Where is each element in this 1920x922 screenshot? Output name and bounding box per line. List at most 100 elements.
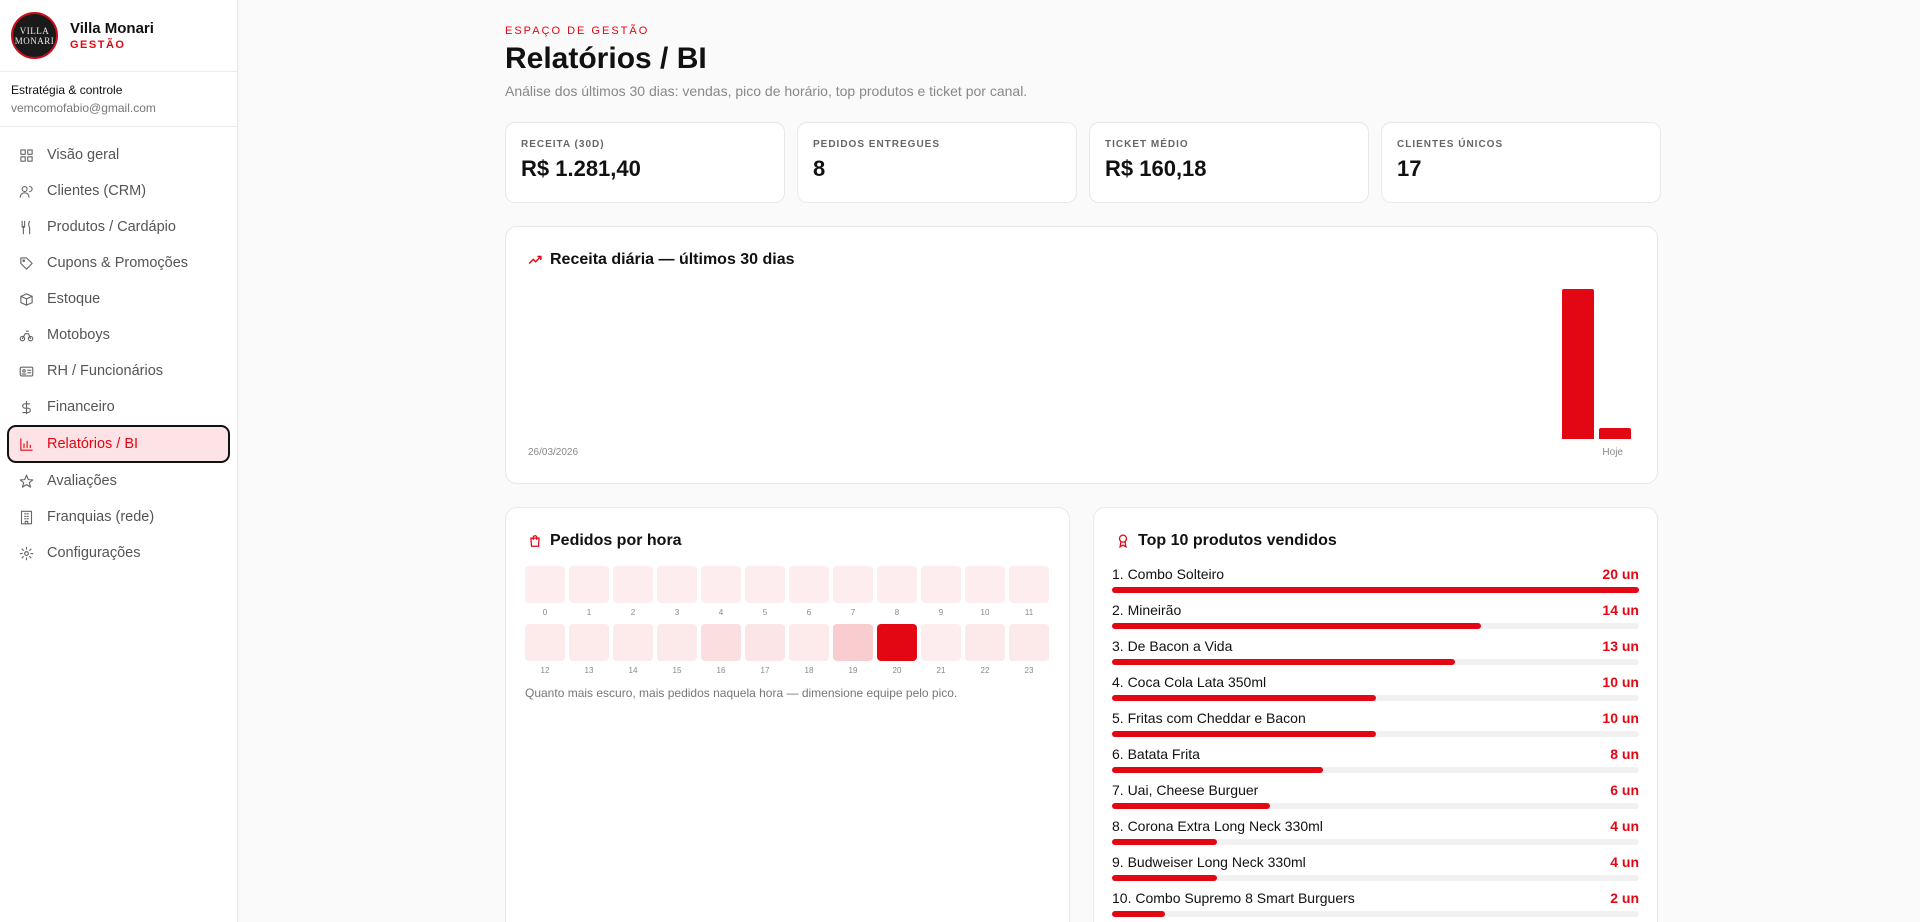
- hour-label: 23: [1024, 666, 1034, 675]
- user-info: Estratégia & controle vemcomofabio@gmail…: [0, 72, 237, 127]
- hour-cell[interactable]: [789, 566, 829, 603]
- product-quantity: 2 un: [1610, 890, 1639, 906]
- hour-heatmap: 0 1 2 3 4 5 6 7 8 9 10 11 12 13 14 15 16 17 18 19 20 21 22 23: [525, 566, 1049, 682]
- hour-cell[interactable]: [701, 624, 741, 661]
- hour-cell[interactable]: [613, 566, 653, 603]
- brand[interactable]: VILLA MONARI Villa Monari GESTÃO: [0, 0, 237, 72]
- product-bar-track: [1112, 623, 1639, 629]
- sidebar-item-avaliacoes[interactable]: Avaliações: [7, 463, 230, 499]
- product-row: 6. Batata Frita 8 un: [1112, 746, 1639, 782]
- product-bar-track: [1112, 911, 1639, 917]
- hour-cell[interactable]: [833, 566, 873, 603]
- hour-label: 16: [716, 666, 726, 675]
- product-bar-track: [1112, 695, 1639, 701]
- product-quantity: 20 un: [1602, 566, 1639, 582]
- bike-icon: [18, 327, 34, 343]
- hour-cell[interactable]: [701, 566, 741, 603]
- hour-label: 6: [806, 608, 812, 617]
- sidebar-item-produtos-cardapio[interactable]: Produtos / Cardápio: [7, 209, 230, 245]
- brand-subtitle: GESTÃO: [70, 39, 126, 51]
- kpi-card: CLIENTES ÚNICOS 17: [1381, 122, 1661, 203]
- sidebar: VILLA MONARI Villa Monari GESTÃO Estraté…: [0, 0, 238, 922]
- kpi-card: PEDIDOS ENTREGUES 8: [797, 122, 1077, 203]
- product-row: 1. Combo Solteiro 20 un: [1112, 566, 1639, 602]
- gear-icon: [18, 545, 34, 561]
- box-icon: [18, 291, 34, 307]
- hour-cell[interactable]: [745, 566, 785, 603]
- hour-label: 7: [850, 608, 856, 617]
- heatmap-note: Quanto mais escuro, mais pedidos naquela…: [525, 686, 958, 700]
- user-email: vemcomofabio@gmail.com: [11, 101, 156, 115]
- tag-icon: [18, 255, 34, 271]
- kpi-value: R$ 1.281,40: [521, 156, 641, 181]
- product-row: 5. Fritas com Cheddar e Bacon 10 un: [1112, 710, 1639, 746]
- hour-cell[interactable]: [569, 566, 609, 603]
- product-bar-track: [1112, 659, 1639, 665]
- product-quantity: 13 un: [1602, 638, 1639, 654]
- hour-label: 22: [980, 666, 990, 675]
- hour-cell[interactable]: [965, 624, 1005, 661]
- sidebar-item-clientes-crm[interactable]: Clientes (CRM): [7, 173, 230, 209]
- hour-cell[interactable]: [965, 566, 1005, 603]
- sidebar-item-motoboys[interactable]: Motoboys: [7, 317, 230, 353]
- hour-cell[interactable]: [877, 624, 917, 661]
- logo-line-2: MONARI: [14, 35, 55, 46]
- product-row: 4. Coca Cola Lata 350ml 10 un: [1112, 674, 1639, 710]
- chart-start-label: 26/03/2026: [528, 447, 579, 458]
- sidebar-item-relatorios-bi[interactable]: Relatórios / BI: [7, 425, 230, 463]
- revenue-bar[interactable]: [1562, 289, 1594, 439]
- hour-cell[interactable]: [525, 624, 565, 661]
- sidebar-item-financeiro[interactable]: Financeiro: [7, 389, 230, 425]
- hour-cell[interactable]: [613, 624, 653, 661]
- product-name: 6. Batata Frita: [1112, 746, 1200, 762]
- hour-cell[interactable]: [525, 566, 565, 603]
- hour-cell[interactable]: [833, 624, 873, 661]
- hour-cell[interactable]: [657, 624, 697, 661]
- product-row: 9. Budweiser Long Neck 330ml 4 un: [1112, 854, 1639, 890]
- page-subtitle: Análise dos últimos 30 dias: vendas, pic…: [505, 83, 1028, 99]
- product-name: 7. Uai, Cheese Burguer: [1112, 782, 1259, 798]
- product-row: 2. Mineirão 14 un: [1112, 602, 1639, 638]
- hour-label: 8: [894, 608, 900, 617]
- product-bar-fill: [1112, 767, 1323, 773]
- top-products-card: Top 10 produtos vendidos 1. Combo Soltei…: [1093, 507, 1658, 922]
- hour-cell[interactable]: [657, 566, 697, 603]
- product-bar-track: [1112, 731, 1639, 737]
- product-bar-fill: [1112, 695, 1376, 701]
- logo-line-1: VILLA: [19, 25, 50, 36]
- sidebar-item-visao-geral[interactable]: Visão geral: [7, 137, 230, 173]
- hour-cell[interactable]: [745, 624, 785, 661]
- kpi-label: CLIENTES ÚNICOS: [1397, 139, 1504, 150]
- sidebar-nav: Visão geral Clientes (CRM) Produtos / Card…: [0, 127, 237, 571]
- hour-cell[interactable]: [1009, 624, 1049, 661]
- hour-label: 0: [542, 608, 548, 617]
- sidebar-item-franquias-rede[interactable]: Franquias (rede): [7, 499, 230, 535]
- revenue-bar[interactable]: [1599, 428, 1631, 439]
- product-quantity: 4 un: [1610, 854, 1639, 870]
- shopping-bag-icon: [528, 534, 542, 548]
- hour-cell[interactable]: [921, 566, 961, 603]
- sidebar-item-estoque[interactable]: Estoque: [7, 281, 230, 317]
- hour-cell[interactable]: [877, 566, 917, 603]
- hour-label: 13: [584, 666, 594, 675]
- sidebar-item-cupons-promocoes[interactable]: Cupons & Promoções: [7, 245, 230, 281]
- sidebar-item-label: Cupons & Promoções: [47, 255, 189, 271]
- sidebar-item-rh-funcionarios[interactable]: RH / Funcionários: [7, 353, 230, 389]
- hour-cell[interactable]: [789, 624, 829, 661]
- product-bar-fill: [1112, 587, 1639, 593]
- users-icon: [18, 183, 34, 199]
- building-icon: [18, 509, 34, 525]
- product-quantity: 10 un: [1602, 674, 1639, 690]
- product-bar-track: [1112, 767, 1639, 773]
- sidebar-item-configuracoes[interactable]: Configurações: [7, 535, 230, 571]
- hour-cell[interactable]: [569, 624, 609, 661]
- product-quantity: 10 un: [1602, 710, 1639, 726]
- hour-cell[interactable]: [1009, 566, 1049, 603]
- hour-label: 18: [804, 666, 814, 675]
- revenue-chart-title-text: Receita diária — últimos 30 dias: [550, 251, 795, 268]
- product-row: 3. De Bacon a Vida 13 un: [1112, 638, 1639, 674]
- hour-cell[interactable]: [921, 624, 961, 661]
- product-bar-track: [1112, 875, 1639, 881]
- revenue-chart-card: Receita diária — últimos 30 dias 26/03/2…: [505, 226, 1658, 484]
- hour-label: 3: [674, 608, 680, 617]
